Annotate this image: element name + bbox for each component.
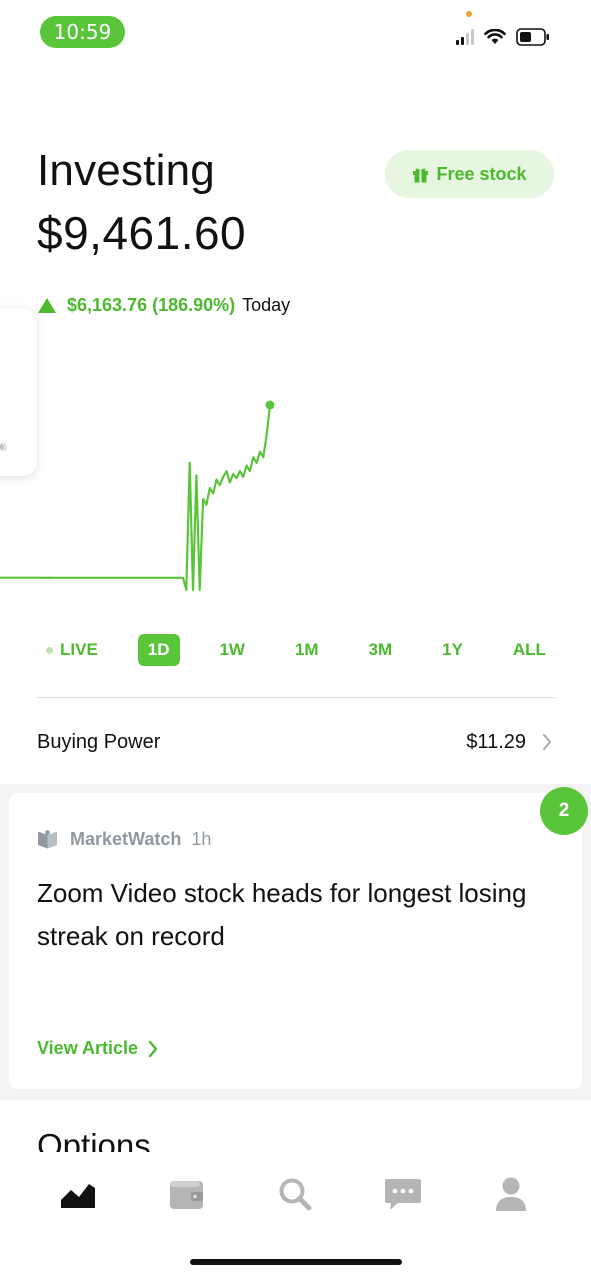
nav-wallet[interactable] <box>165 1174 209 1214</box>
buying-power-row[interactable]: Buying Power $11.29 <box>37 720 552 764</box>
tab-1m[interactable]: 1M <box>285 634 329 666</box>
privacy-indicator-dot <box>466 11 472 17</box>
up-triangle-icon <box>38 298 56 313</box>
tab-1y[interactable]: 1Y <box>432 634 473 666</box>
nav-search[interactable] <box>273 1174 317 1214</box>
wallet-icon <box>170 1181 203 1209</box>
nav-chart[interactable] <box>56 1174 100 1214</box>
messages-icon <box>385 1179 421 1210</box>
home-indicator <box>190 1259 402 1265</box>
chart-icon <box>60 1178 97 1208</box>
tab-3m[interactable]: 3M <box>359 634 403 666</box>
chevron-right-icon <box>543 734 552 750</box>
free-stock-button[interactable]: Free stock <box>385 150 554 198</box>
news-count-badge[interactable]: 2 <box>540 787 588 835</box>
search-icon <box>279 1178 312 1211</box>
account-icon <box>496 1177 526 1211</box>
news-source: MarketWatch 1h <box>37 829 211 850</box>
nav-account[interactable] <box>489 1174 533 1214</box>
portfolio-chart[interactable] <box>0 380 591 610</box>
news-headline[interactable]: Zoom Video stock heads for longest losin… <box>37 872 537 958</box>
portfolio-balance: $9,461.60 <box>37 207 247 259</box>
options-section-title: Options <box>37 1127 151 1153</box>
range-tabs: LIVE 1D 1W 1M 3M 1Y ALL <box>36 634 556 666</box>
current-value-dot <box>265 400 275 410</box>
change-period: Today <box>242 295 291 315</box>
wifi-icon <box>484 29 506 44</box>
buying-power-label: Buying Power <box>37 730 161 753</box>
free-stock-label: Free stock <box>436 163 527 184</box>
buying-power-value: $11.29 <box>466 730 526 753</box>
divider <box>36 697 555 698</box>
news-age: 1h <box>191 829 212 849</box>
cellular-signal-icon <box>456 29 474 45</box>
battery-icon <box>516 28 549 46</box>
view-article-link[interactable]: View Article <box>37 1038 158 1059</box>
page-title: Investing <box>37 146 215 195</box>
live-dot-icon <box>46 646 53 654</box>
chevron-right-icon <box>148 1040 158 1057</box>
news-source-name: MarketWatch <box>70 829 182 849</box>
tab-all[interactable]: ALL <box>503 634 556 666</box>
daily-change: $6,163.76 (186.90%) Today <box>38 295 290 316</box>
tab-1w[interactable]: 1W <box>209 634 255 666</box>
marketwatch-logo-icon <box>38 830 57 849</box>
tab-live[interactable]: LIVE <box>36 634 108 666</box>
portfolio-line <box>0 404 272 592</box>
nav-messages[interactable] <box>381 1174 425 1214</box>
change-amount: $6,163.76 (186.90%) <box>67 295 236 315</box>
status-time: 10:59 <box>40 16 125 48</box>
tab-1d[interactable]: 1D <box>137 634 180 666</box>
gift-icon <box>413 168 429 182</box>
status-icons <box>456 26 550 48</box>
